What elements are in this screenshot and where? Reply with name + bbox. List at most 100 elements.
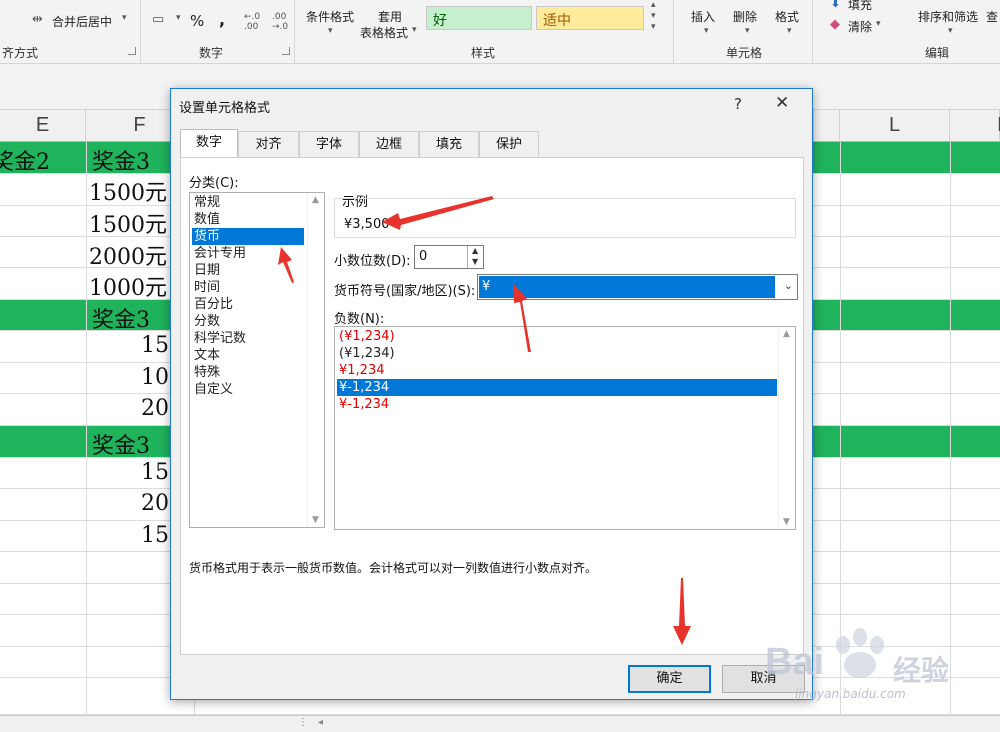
find-select-button[interactable]: 查 xyxy=(986,8,998,25)
tab-alignment[interactable]: 对齐 xyxy=(238,131,299,158)
negative-numbers-list[interactable]: (¥1,234) (¥1,234) ¥1,234 ¥-1,234 ¥-1,234… xyxy=(334,326,796,530)
list-item[interactable]: 日期 xyxy=(192,262,304,279)
cell-f-header[interactable]: 奖金3 xyxy=(92,428,150,460)
scroll-up-icon[interactable]: ▲ xyxy=(312,195,319,205)
chevron-down-icon[interactable]: ⌄ xyxy=(784,279,793,292)
decrease-decimal-icon[interactable]: .00 →.0 xyxy=(272,12,288,32)
currency-symbol-value: ¥ xyxy=(482,279,491,294)
fill-button[interactable]: 填充 xyxy=(848,0,872,13)
chevron-down-icon: ▾ xyxy=(704,26,709,36)
chevron-down-icon: ▾ xyxy=(876,19,881,29)
chevron-down-icon[interactable]: ▾ xyxy=(176,13,181,23)
tab-font[interactable]: 字体 xyxy=(299,131,359,158)
eraser-icon: ◆ xyxy=(830,17,840,32)
watermark-brand: Bai xyxy=(765,641,825,683)
help-button[interactable]: ? xyxy=(734,95,742,113)
list-item[interactable]: (¥1,234) xyxy=(337,345,777,362)
grid-line xyxy=(86,142,87,718)
scroll-up-icon[interactable]: ▲ xyxy=(783,329,790,339)
paw-icon xyxy=(836,628,884,678)
tab-number[interactable]: 数字 xyxy=(180,129,238,159)
scroll-down-icon[interactable]: ▼ xyxy=(312,515,319,525)
fill-down-icon: ⬇ xyxy=(830,0,841,11)
cell-e-header[interactable]: 奖金2 xyxy=(0,144,50,176)
currency-symbol-selected: ¥ xyxy=(479,276,775,298)
alignment-group-label: 齐方式 xyxy=(2,46,39,60)
list-item[interactable]: 会计专用 xyxy=(192,245,304,262)
comma-style-button[interactable]: , xyxy=(219,10,225,29)
merge-center-button[interactable]: 合并后居中 xyxy=(52,13,112,30)
number-tab-panel: 分类(C): 常规 数值 货币 会计专用 日期 时间 百分比 分数 科学记数 文… xyxy=(180,157,804,655)
cell-style-neutral-label: 适中 xyxy=(543,13,571,29)
column-header-l[interactable]: L xyxy=(840,110,950,142)
stepper-buttons[interactable]: ▲ ▼ xyxy=(467,246,483,268)
list-item[interactable]: 文本 xyxy=(192,347,304,364)
decimal-places-value[interactable]: 0 xyxy=(419,249,427,264)
cell-style-neutral[interactable]: 适中 xyxy=(536,6,644,30)
list-item[interactable]: ¥1,234 xyxy=(337,362,777,379)
number-group-label: 数字 xyxy=(199,46,224,60)
ok-button[interactable]: 确定 xyxy=(628,665,711,693)
accounting-format-icon[interactable]: ▭ xyxy=(152,12,164,27)
close-button[interactable]: ✕ xyxy=(775,93,789,113)
list-item-selected[interactable]: ¥-1,234 xyxy=(337,379,777,396)
table-format-button-line1[interactable]: 套用 xyxy=(378,8,402,25)
list-item[interactable]: 科学记数 xyxy=(192,330,304,347)
chevron-down-icon: ▾ xyxy=(787,26,792,36)
list-item[interactable]: 自定义 xyxy=(192,381,304,398)
list-item[interactable]: 百分比 xyxy=(192,296,304,313)
delete-button[interactable]: 删除 xyxy=(733,8,757,25)
dialog-launcher-icon[interactable] xyxy=(128,47,136,55)
table-format-button-line2[interactable]: 表格格式 xyxy=(360,24,408,41)
list-item[interactable]: 时间 xyxy=(192,279,304,296)
category-list[interactable]: 常规 数值 货币 会计专用 日期 时间 百分比 分数 科学记数 文本 特殊 自定… xyxy=(189,192,325,528)
cell-f-header[interactable]: 奖金3 xyxy=(92,144,150,176)
increase-decimal-icon[interactable]: ←.0.00 xyxy=(244,12,260,32)
currency-symbol-select[interactable]: ¥ ⌄ xyxy=(477,274,798,300)
list-item[interactable]: ¥-1,234 xyxy=(337,396,777,413)
decrement-icon[interactable]: ▼ xyxy=(472,257,478,266)
negative-list-scrollbar[interactable]: ▲ ▼ xyxy=(778,327,795,529)
tab-fill[interactable]: 填充 xyxy=(419,131,479,158)
sample-value: ¥3,500 xyxy=(344,217,390,232)
cell-f-value[interactable]: 1000元 xyxy=(89,270,167,302)
group-divider xyxy=(673,0,674,64)
column-header-k[interactable] xyxy=(814,110,840,142)
ribbon: ⇹ 合并后居中 ▾ 齐方式 ▭ ▾ % , ←.0.00 .00 →.0 数字 条… xyxy=(0,0,1000,64)
column-header-e[interactable]: E xyxy=(0,110,86,142)
cell-style-good[interactable]: 好 xyxy=(426,6,532,30)
sample-box xyxy=(334,198,796,238)
format-button[interactable]: 格式 xyxy=(775,8,799,25)
scroll-down-icon[interactable]: ▼ xyxy=(783,517,790,527)
cell-f-value[interactable]: 1500元 xyxy=(89,207,167,239)
conditional-format-button[interactable]: 条件格式 xyxy=(306,8,354,25)
list-item[interactable]: (¥1,234) xyxy=(337,328,777,345)
list-item[interactable]: 分数 xyxy=(192,313,304,330)
cell-f-value[interactable]: 1500元 xyxy=(89,175,167,207)
sort-filter-button[interactable]: 排序和筛选 xyxy=(918,8,978,25)
insert-button[interactable]: 插入 xyxy=(691,8,715,25)
chevron-down-icon: ▾ xyxy=(412,25,417,35)
scroll-left-icon[interactable]: ◂ xyxy=(318,717,323,728)
decimal-places-stepper[interactable]: 0 ▲ ▼ xyxy=(414,245,484,269)
chevron-down-icon[interactable]: ▾ xyxy=(122,13,127,23)
merge-center-icon: ⇹ xyxy=(32,12,43,27)
cell-f-header[interactable]: 奖金3 xyxy=(92,302,150,334)
list-item-selected[interactable]: 货币 xyxy=(192,228,304,245)
percent-style-button[interactable]: % xyxy=(190,12,204,30)
list-item[interactable]: 特殊 xyxy=(192,364,304,381)
tab-protection[interactable]: 保护 xyxy=(479,131,539,158)
tab-border[interactable]: 边框 xyxy=(359,131,419,158)
tab-splitter-handle[interactable]: ⋮ xyxy=(298,717,308,728)
cell-f-value[interactable]: 2000元 xyxy=(89,239,167,271)
category-scrollbar[interactable]: ▲ ▼ xyxy=(307,193,324,527)
list-item[interactable]: 数值 xyxy=(192,211,304,228)
negative-numbers-label: 负数(N): xyxy=(334,312,385,327)
styles-gallery-more-icon[interactable]: ▴ ▾ ▾ xyxy=(651,0,656,33)
list-item[interactable]: 常规 xyxy=(192,194,304,211)
column-header-m[interactable]: I xyxy=(950,110,1000,142)
dialog-launcher-icon[interactable] xyxy=(282,47,290,55)
clear-button[interactable]: 清除 xyxy=(848,18,872,35)
group-divider xyxy=(812,0,813,64)
increment-icon[interactable]: ▲ xyxy=(472,246,478,255)
